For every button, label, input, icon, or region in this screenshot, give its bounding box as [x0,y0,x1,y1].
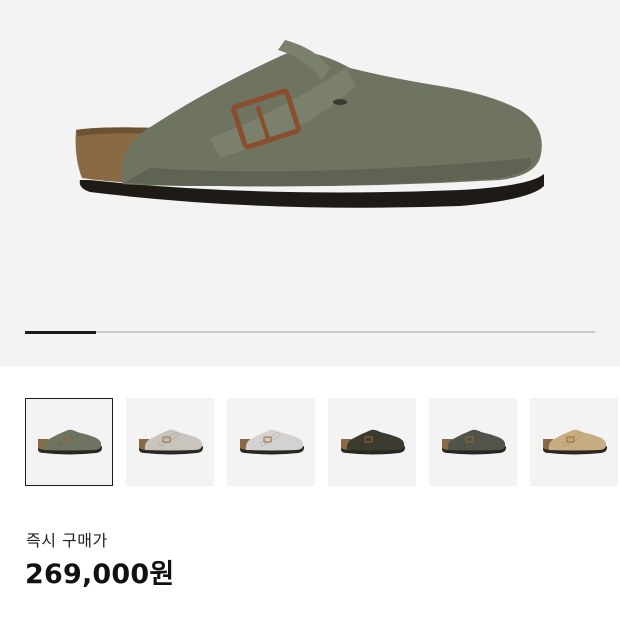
shoe-thumbnail-image [543,429,607,455]
gallery-progress-fill [25,330,97,334]
shoe-thumbnail-image [442,429,506,455]
instant-buy-price-label: 즉시 구매가 [26,531,108,550]
thumb-gray[interactable] [227,398,315,486]
gallery-progress-track [25,330,595,334]
shoe-thumbnail-image [341,429,405,455]
product-image-gallery[interactable] [0,0,620,366]
thumb-thyme[interactable] [25,398,113,486]
shoe-thumbnail-image [240,429,304,455]
thumb-olive-dark[interactable] [328,398,416,486]
instant-buy-price: 269,000원 [25,559,175,590]
shoe-thumbnail-image [38,429,102,455]
thumb-moss[interactable] [429,398,517,486]
thumb-stone[interactable] [126,398,214,486]
color-variant-thumbnails [25,398,620,486]
shoe-thumbnail-image [139,429,203,455]
product-image [75,40,544,208]
thumb-sand[interactable] [530,398,618,486]
